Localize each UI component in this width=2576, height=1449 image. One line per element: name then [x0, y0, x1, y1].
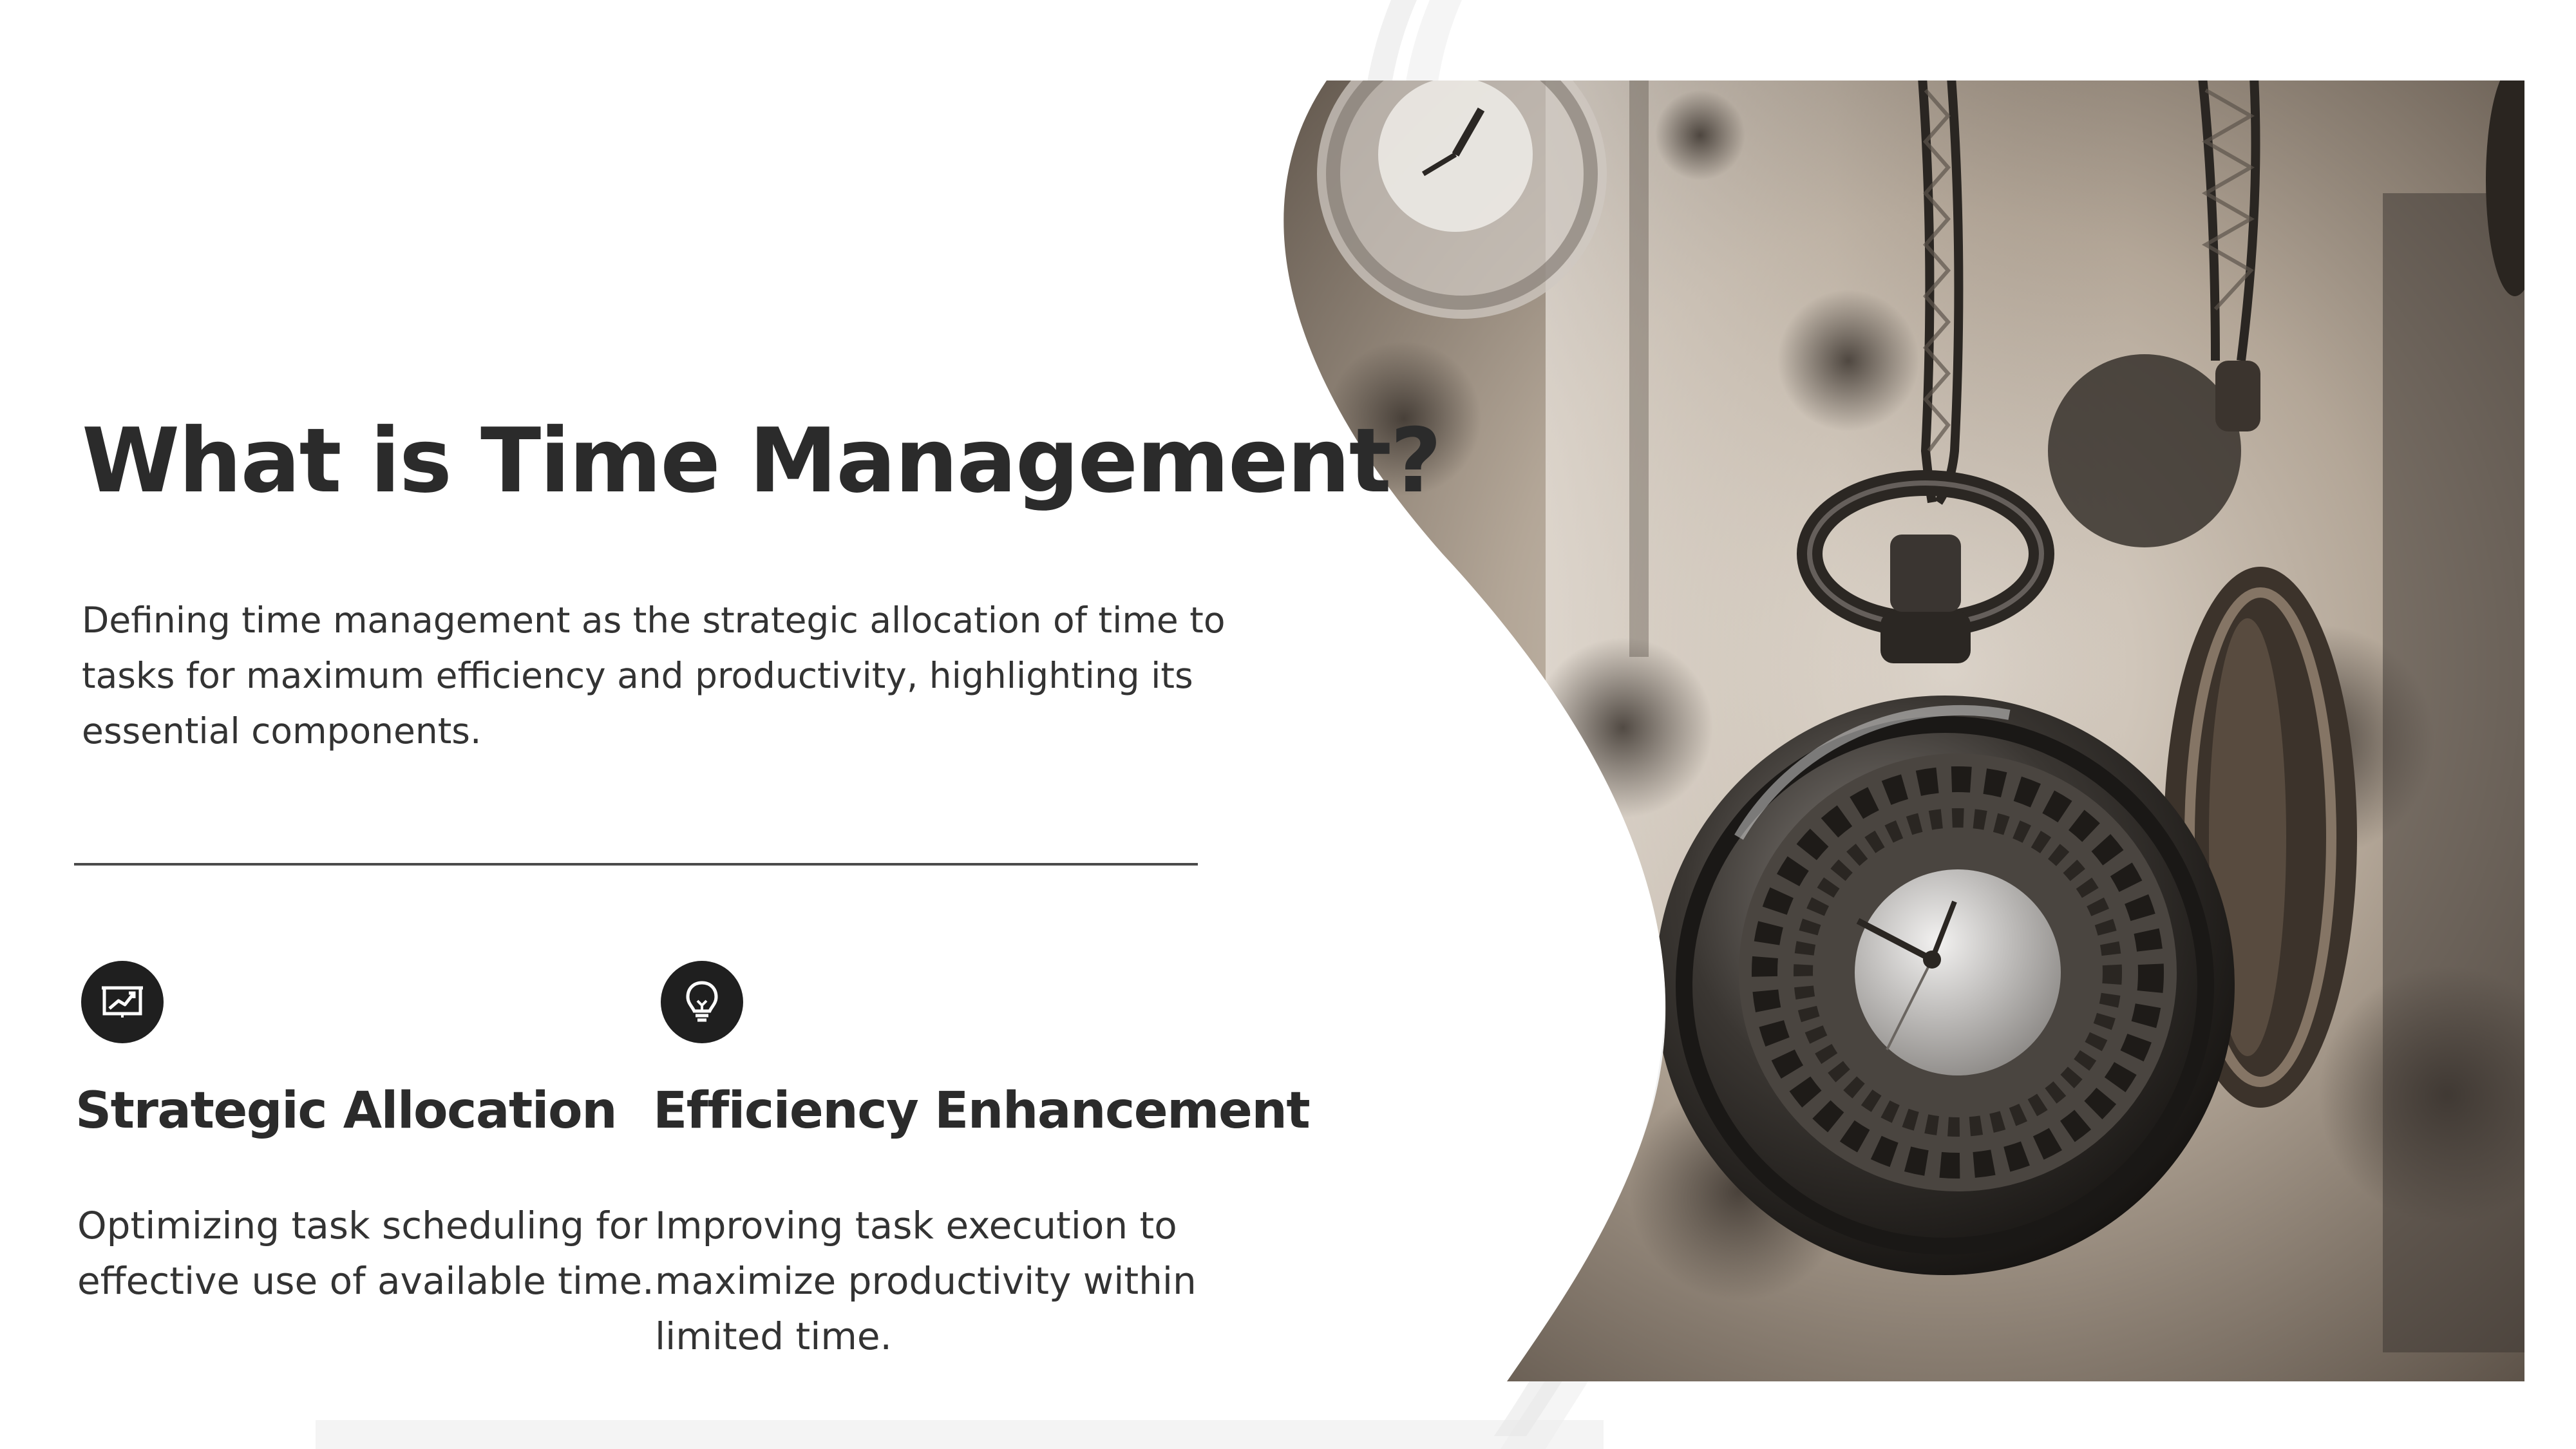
slide: What is Time Management? Defining time m… — [0, 0, 2576, 1449]
feature-description-1: Optimizing task scheduling for effective… — [77, 1204, 654, 1303]
feature-title-1: Strategic Allocation — [75, 1082, 618, 1140]
divider — [74, 863, 1198, 866]
lightbulb-icon — [686, 981, 718, 1022]
feature-icon-badge-2 — [661, 961, 743, 1043]
page-title: What is Time Management? — [82, 409, 1442, 513]
subtitle-description: Defining time management as the strategi… — [82, 600, 1226, 752]
feature-icon-badge-1 — [81, 961, 164, 1043]
feature-description-2: Improving task execution to maximize pro… — [655, 1204, 1197, 1358]
chart-presentation-icon — [102, 986, 143, 1018]
feature-title-2: Efficiency Enhancement — [653, 1082, 1311, 1140]
